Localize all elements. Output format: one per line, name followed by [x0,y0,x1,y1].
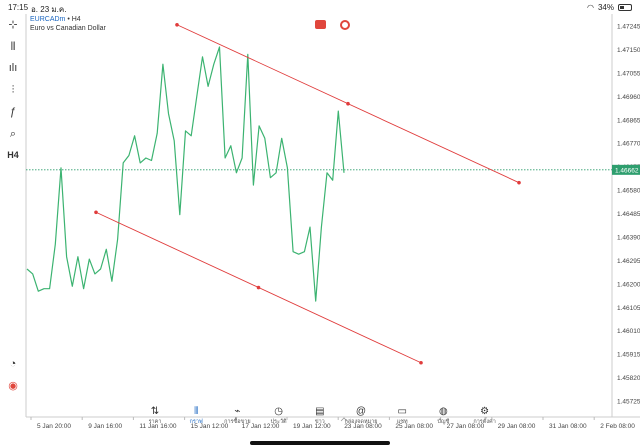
history-icon: ◷ [274,406,283,417]
nav-label: กล่องจดหมาย [344,419,378,425]
nav-mailbox[interactable]: @ กล่องจดหมาย [341,406,381,426]
home-indicator [250,441,390,445]
time-tick-label: 5 Jan 20:00 [37,423,71,430]
price-tick-label: 1.46200 [617,281,640,288]
nav-news[interactable]: ▤ ข่าว [300,406,340,426]
news-icon: ▤ [315,406,325,417]
price-tick-label: 1.46580 [617,188,640,195]
settings-icon: ⚙ [480,406,490,417]
nav-account[interactable]: ◍ บัญชี [423,406,463,426]
price-tick-label: 1.46770 [617,141,640,148]
nav-label: ราคา [148,419,162,425]
price-series-line [26,46,345,302]
nav-label: กราฟ [189,419,203,425]
price-tick-label: 1.47150 [617,47,640,54]
quotes-icon: ⇅ [150,406,160,417]
price-tick-label: 1.45725 [617,399,640,406]
time-tick-label: 2 Feb 08:00 [600,423,635,430]
price-tick-label: 1.46295 [617,258,640,265]
price-tick-label: 1.45915 [617,352,640,359]
nav-quotes[interactable]: ⇅ ราคา [135,406,175,426]
channel-anchor-point [517,180,521,185]
nav-chat[interactable]: ▭ แชท [382,406,422,426]
price-chart[interactable]: 1.47245 1.47150 1.47055 1.46960 1.46865 1.467… [0,0,640,447]
nav-history[interactable]: ◷ ประวัติ [259,406,299,426]
nav-label: ข่าว [314,419,325,425]
channel-anchor-point [419,360,423,365]
nav-chart[interactable]: ⫴ กราฟ [176,406,216,426]
nav-trade[interactable]: ⌁ การซื้อขาย [217,406,257,426]
price-tick-label: 1.45820 [617,375,640,382]
price-tick-label: 1.46010 [617,328,640,335]
mailbox-icon: @ [355,406,367,417]
price-tick-label: 1.46960 [617,94,640,101]
price-tick-label: 1.47245 [617,24,640,31]
price-tick-label: 1.46105 [617,305,640,312]
time-tick-label: 9 Jan 16:00 [88,423,122,430]
nav-label: การตั้งค่า [473,419,496,425]
price-tick-label: 1.46485 [617,211,640,218]
channel-anchor-point [94,210,98,215]
price-tick-label: 1.46390 [617,234,640,241]
nav-label: แชท [396,419,408,425]
trade-icon: ⌁ [234,406,241,417]
chart-icon: ⫴ [194,406,199,417]
channel-anchor-point [175,22,179,27]
price-tick-label: 1.47055 [617,70,640,77]
channel-anchor-point [346,101,350,106]
channel-anchor-point [256,285,261,290]
price-tick-label: 1.46865 [617,117,640,124]
time-tick-label: 31 Jan 08:00 [549,423,587,430]
nav-label: ประวัติ [270,419,287,425]
nav-label: บัญชี [437,419,450,425]
chat-icon: ▭ [397,406,407,417]
nav-label: การซื้อขาย [224,419,251,425]
nav-settings[interactable]: ⚙ การตั้งค่า [465,406,505,426]
account-icon: ◍ [439,406,448,417]
current-price-label: 1.46662 [615,167,639,174]
